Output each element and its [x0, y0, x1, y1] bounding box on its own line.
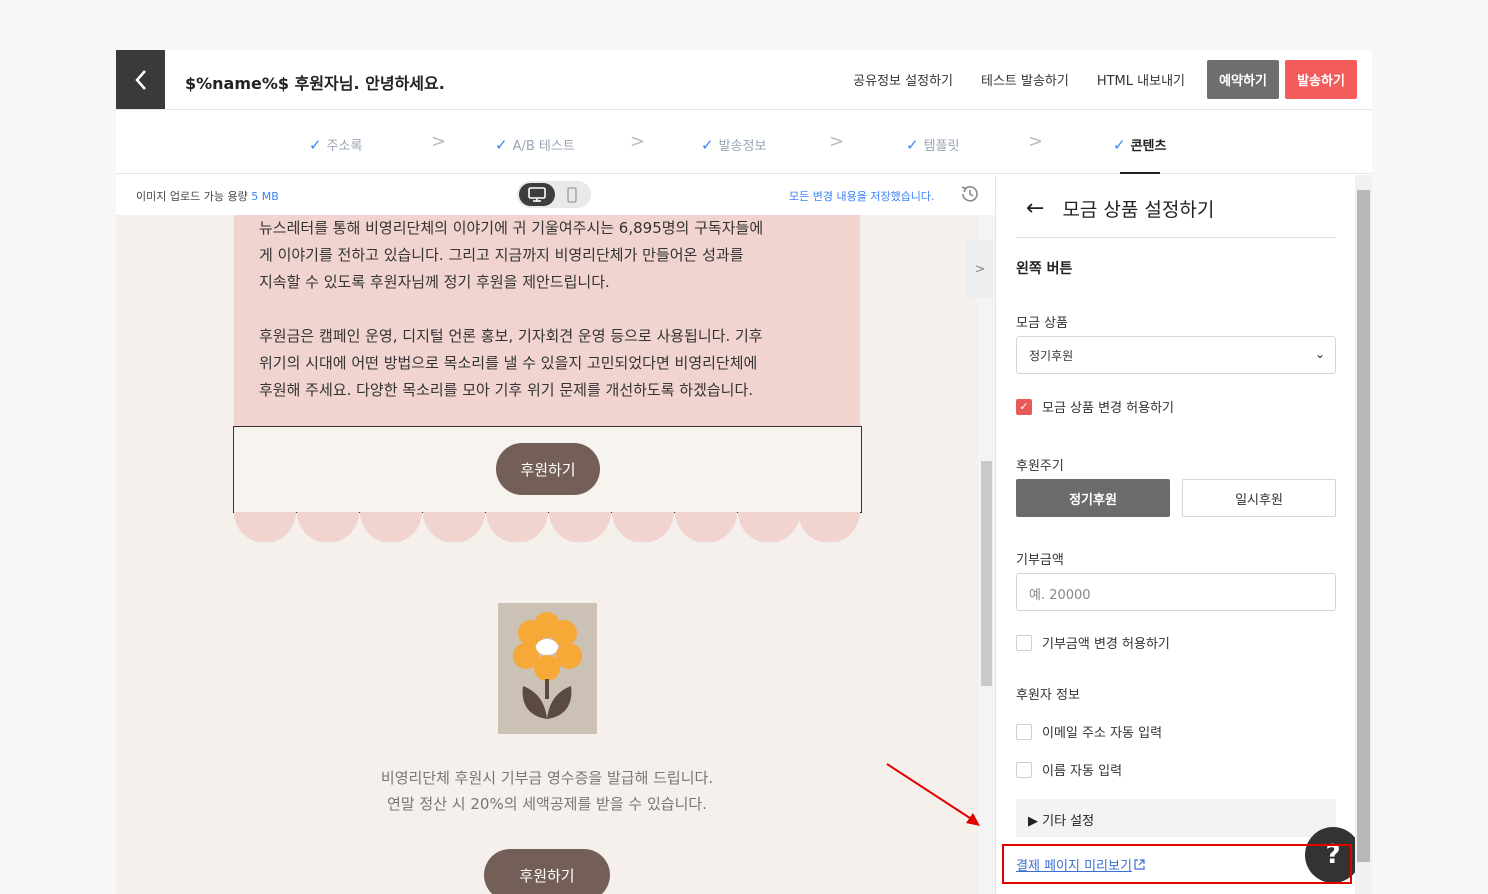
- panel-title: 모금 상품 설정하기: [1062, 199, 1215, 221]
- scallop-divider: [234, 512, 860, 542]
- check-icon: ✓: [495, 135, 508, 154]
- panel-header: ← 모금 상품 설정하기: [1026, 195, 1214, 222]
- chevron-right-icon: >: [1028, 131, 1044, 152]
- more-settings-toggle[interactable]: ▶ 기타 설정: [1016, 799, 1336, 837]
- export-html-button[interactable]: HTML 내보내기: [1097, 70, 1185, 89]
- history-icon[interactable]: [959, 183, 981, 205]
- share-settings-button[interactable]: 공유정보 설정하기: [853, 70, 953, 89]
- device-toggle: [517, 181, 591, 208]
- text-line: 지속할 수 있도록 후원자님께 정기 후원을 제안드립니다.: [259, 273, 610, 291]
- step-address-book[interactable]: ✓ 주소록: [309, 135, 363, 155]
- paragraph-1: 뉴스레터를 통해 비영리단체의 이야기에 귀 기울여주시는 6,895명의 구독…: [259, 215, 849, 296]
- cycle-option-recurring[interactable]: 정기후원: [1016, 479, 1170, 517]
- app-frame: $%name%$ 후원자님. 안녕하세요. 공유정보 설정하기 테스트 발송하기…: [116, 50, 1372, 894]
- text-line: 후원금은 캠페인 운영, 디지털 언론 홍보, 기자회견 운영 등으로 사용됩니…: [259, 327, 763, 345]
- text-line: 위기의 시대에 어떤 방법으로 목소리를 낼 수 있을지 고민되었다면 비영리단…: [259, 354, 758, 372]
- upload-capacity: 5 MB: [251, 190, 279, 203]
- checkbox-checked[interactable]: ✓: [1016, 398, 1032, 415]
- text-line: 뉴스레터를 통해 비영리단체의 이야기에 귀 기울여주시는 6,895명의 구독…: [259, 219, 764, 237]
- upload-label: 이미지 업로드 가능 용량: [136, 190, 248, 203]
- scrollbar-thumb[interactable]: [1357, 190, 1370, 862]
- send-button[interactable]: 발송하기: [1285, 60, 1357, 99]
- arrow-left-icon[interactable]: ←: [1026, 196, 1044, 221]
- donor-info-label: 후원자 정보: [1016, 688, 1080, 703]
- step-label: 템플릿: [923, 139, 960, 154]
- auto-email-row[interactable]: 이메일 주소 자동 입력: [1016, 722, 1162, 741]
- newsletter-title: $%name%$ 후원자님. 안녕하세요.: [185, 74, 445, 93]
- back-button[interactable]: [116, 50, 165, 109]
- save-status: 모든 변경 내용을 저장했습니다.: [789, 190, 935, 203]
- step-ab-test[interactable]: ✓ A/B 테스트: [495, 135, 575, 155]
- email-canvas[interactable]: 뉴스레터를 통해 비영리단체의 이야기에 귀 기울여주시는 6,895명의 구독…: [116, 215, 978, 894]
- checkbox[interactable]: [1016, 634, 1032, 651]
- allow-amount-change-row[interactable]: 기부금액 변경 허용하기: [1016, 633, 1170, 652]
- caption-line: 연말 정산 시 20%의 세액공제를 받을 수 있습니다.: [387, 795, 707, 813]
- step-template[interactable]: ✓ 템플릿: [906, 135, 960, 155]
- check-icon: ✓: [309, 135, 322, 154]
- text-line: 게 이야기를 전하고 있습니다. 그리고 지금까지 비영리단체가 만들어온 성과…: [259, 246, 744, 264]
- amount-input[interactable]: 예. 20000: [1016, 573, 1336, 611]
- text-line: 후원해 주세요. 다양한 목소리를 모아 기후 위기 문제를 개선하도록 하겠습…: [259, 381, 754, 399]
- chevron-left-icon: [134, 69, 146, 90]
- section-title: 왼쪽 버튼: [1016, 261, 1073, 277]
- auto-name-row[interactable]: 이름 자동 입력: [1016, 760, 1122, 779]
- check-icon: ✓: [1113, 135, 1126, 154]
- receipt-caption: 비영리단체 후원시 기부금 영수증을 발급해 드립니다. 연말 정산 시 20%…: [234, 765, 860, 817]
- phone-icon: [567, 186, 577, 203]
- panel-collapse-handle[interactable]: >: [966, 240, 994, 298]
- step-label: 콘텐츠: [1130, 139, 1167, 154]
- product-selected-value: 정기후원: [1029, 349, 1074, 363]
- divider: [1016, 237, 1336, 238]
- step-label: 주소록: [326, 139, 363, 154]
- monitor-icon: [528, 187, 546, 202]
- checkbox-label: 모금 상품 변경 허용하기: [1042, 401, 1174, 416]
- active-step-underline: [1120, 172, 1160, 174]
- paragraph-2: 후원금은 캠페인 운영, 디지털 언론 홍보, 기자회견 운영 등으로 사용됩니…: [259, 323, 849, 404]
- donate-button-bottom[interactable]: 후원하기: [484, 849, 610, 894]
- chevron-right-icon: >: [431, 131, 447, 152]
- cycle-option-onetime[interactable]: 일시후원: [1182, 479, 1336, 517]
- annotation-highlight-box: [1002, 844, 1352, 884]
- checkbox-label: 기부금액 변경 허용하기: [1042, 637, 1170, 652]
- cycle-label: 후원주기: [1016, 459, 1064, 474]
- desktop-view-button[interactable]: [519, 183, 555, 206]
- caption-line: 비영리단체 후원시 기부금 영수증을 발급해 드립니다.: [380, 769, 714, 787]
- check-icon: ✓: [906, 135, 919, 154]
- checkbox[interactable]: [1016, 723, 1032, 740]
- donate-button[interactable]: 후원하기: [496, 443, 600, 495]
- check-icon: ✓: [701, 135, 714, 154]
- checkbox-label: 이메일 주소 자동 입력: [1042, 726, 1163, 741]
- flower-stamp-image: [496, 601, 599, 736]
- scrollbar-thumb[interactable]: [981, 461, 992, 686]
- upload-capacity-info: 이미지 업로드 가능 용량 5 MB: [136, 188, 279, 204]
- panel-scrollbar[interactable]: [1355, 175, 1372, 894]
- checkbox-label: 이름 자동 입력: [1042, 764, 1123, 779]
- top-header: $%name%$ 후원자님. 안녕하세요. 공유정보 설정하기 테스트 발송하기…: [116, 50, 1372, 110]
- intro-text-block[interactable]: 뉴스레터를 통해 비영리단체의 이야기에 귀 기울여주시는 6,895명의 구독…: [234, 215, 860, 427]
- test-send-button[interactable]: 테스트 발송하기: [981, 70, 1069, 89]
- step-send-info[interactable]: ✓ 발송정보: [701, 135, 767, 155]
- step-nav: ✓ 주소록 > ✓ A/B 테스트 > ✓ 발송정보 > ✓ 템플릿 > ✓ 콘텐츠: [116, 111, 1372, 174]
- mobile-view-button[interactable]: [565, 185, 579, 204]
- chevron-right-icon: >: [974, 261, 986, 277]
- product-select[interactable]: 정기후원 ⌄: [1016, 336, 1336, 374]
- step-label: A/B 테스트: [512, 139, 575, 154]
- allow-product-change-row[interactable]: ✓ 모금 상품 변경 허용하기: [1016, 397, 1174, 416]
- chevron-right-icon: >: [829, 131, 845, 152]
- step-content[interactable]: ✓ 콘텐츠: [1113, 135, 1167, 155]
- checkbox[interactable]: [1016, 761, 1032, 778]
- chevron-down-icon: ⌄: [1314, 347, 1325, 361]
- selected-button-block[interactable]: 후원하기: [233, 426, 862, 513]
- amount-label: 기부금액: [1016, 553, 1064, 568]
- editor-toolbar: 이미지 업로드 가능 용량 5 MB 모든 변경 내용을 저장했습니다.: [116, 175, 995, 215]
- reserve-button[interactable]: 예약하기: [1207, 60, 1279, 99]
- header-actions: 공유정보 설정하기 테스트 발송하기 HTML 내보내기 예약하기 발송하기: [825, 60, 1357, 99]
- chevron-right-icon: >: [630, 131, 646, 152]
- step-label: 발송정보: [718, 139, 767, 154]
- settings-panel: ← 모금 상품 설정하기 왼쪽 버튼 모금 상품 정기후원 ⌄ ✓ 모금 상품 …: [995, 175, 1361, 894]
- annotation-arrow: [886, 763, 980, 826]
- product-label: 모금 상품: [1016, 316, 1068, 331]
